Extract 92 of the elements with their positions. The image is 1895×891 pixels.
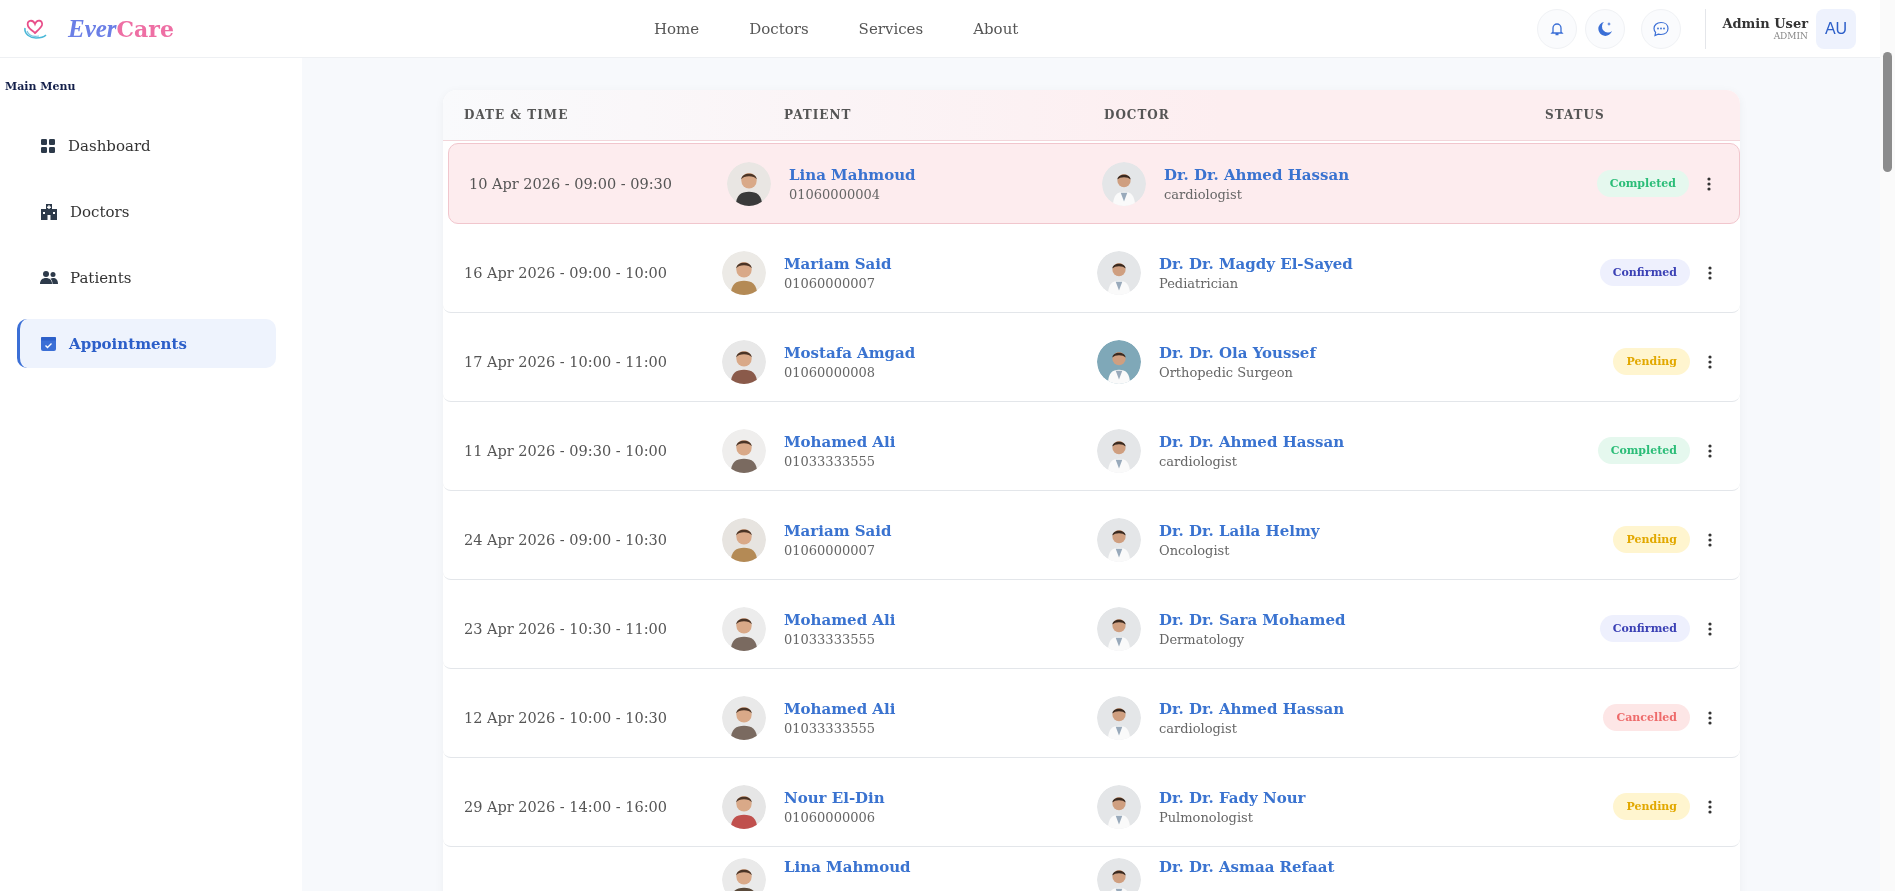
appointment-row[interactable]: 17 Apr 2026 - 10:00 - 11:00 Mostafa Amgad 01060000008 Dr. Dr. Ola Youssef Orthopedic Surgeon Pending — [443, 322, 1740, 402]
moon-icon — [1596, 19, 1615, 38]
nav-link[interactable]: Home — [650, 15, 704, 42]
doctor-specialty: cardiologist — [1159, 453, 1238, 469]
grid-icon — [40, 137, 56, 154]
sidebar-item[interactable]: Doctors — [17, 187, 276, 236]
sidebar-item[interactable]: Appointments — [17, 319, 276, 368]
patient-name[interactable]: Mohamed Ali — [784, 699, 896, 718]
appointment-row[interactable]: 24 Apr 2026 - 09:00 - 10:30 Mariam Said 01060000007 Dr. Dr. Laila Helmy Oncologist Pending — [443, 500, 1740, 580]
appointment-time: 10 Apr 2026 - 09:00 - 09:30 — [469, 175, 673, 192]
nav-link[interactable]: Doctors — [745, 15, 813, 42]
user-avatar[interactable]: AU — [1816, 8, 1856, 49]
doctor-name[interactable]: Dr. Dr. Ahmed Hassan — [1159, 432, 1345, 451]
appointment-row[interactable]: 29 Apr 2026 - 14:00 - 16:00 Nour El-Din 01060000006 Dr. Dr. Fady Nour Pulmonologist Pending — [443, 767, 1740, 847]
appointment-time: 24 Apr 2026 - 09:00 - 10:30 — [464, 531, 668, 548]
patient-name[interactable]: Mohamed Ali — [784, 610, 896, 629]
user-name: Admin User — [1722, 16, 1808, 31]
status-badge: Completed — [1597, 437, 1690, 464]
kebab-icon — [1708, 265, 1712, 280]
scrollbar[interactable] — [1883, 52, 1892, 172]
appointment-time: 16 Apr 2026 - 09:00 - 10:00 — [464, 264, 668, 281]
patient-phone: 01033333555 — [784, 453, 876, 469]
column-header: STATUS — [1545, 108, 1606, 122]
chat-icon — [1652, 19, 1671, 38]
patient-phone: 01060000008 — [784, 364, 876, 380]
appointment-time: 11 Apr 2026 - 09:30 - 10:00 — [464, 442, 668, 459]
patient-phone: 01060000007 — [784, 542, 876, 558]
doctor-specialty: Dermatology — [1159, 631, 1246, 647]
user-role: ADMIN — [1773, 31, 1808, 41]
patient-name[interactable]: Lina Mahmoud — [789, 165, 916, 184]
appointment-row[interactable]: 23 Apr 2026 - 10:30 - 11:00 Mohamed Ali 01033333555 Dr. Dr. Sara Mohamed Dermatology Confirmed — [443, 589, 1740, 669]
sidebar-item[interactable]: Patients — [17, 253, 276, 302]
doctor-specialty: cardiologist — [1159, 720, 1238, 736]
patient-name[interactable]: Nour El-Din — [784, 788, 885, 807]
patient-phone: 01060000006 — [784, 809, 876, 825]
hospital-icon — [40, 202, 58, 221]
nav-link[interactable]: About — [969, 15, 1023, 42]
column-header: DATE & TIME — [464, 108, 570, 122]
appointment-row[interactable]: 11 Apr 2026 - 09:30 - 10:00 Mohamed Ali 01033333555 Dr. Dr. Ahmed Hassan cardiologist Completed — [443, 411, 1740, 491]
menu-title: Main Menu — [4, 80, 77, 93]
appointment-time: 12 Apr 2026 - 10:00 - 10:30 — [464, 709, 668, 726]
column-header: DOCTOR — [1103, 108, 1171, 122]
status-badge: Confirmed — [1599, 615, 1690, 642]
brand-name[interactable]: EverCare — [68, 14, 174, 43]
patient-phone: 01033333555 — [784, 720, 876, 736]
doctor-name[interactable]: Dr. Dr. Laila Helmy — [1159, 521, 1320, 540]
patient-phone: 01060000007 — [784, 275, 876, 291]
status-badge: Confirmed — [1599, 259, 1690, 286]
doctor-name[interactable]: Dr. Dr. Fady Nour — [1159, 788, 1306, 807]
patient-phone: 01033333555 — [784, 631, 876, 647]
patient-name[interactable]: Lina Mahmoud — [784, 858, 911, 876]
doctor-name[interactable]: Dr. Dr. Ahmed Hassan — [1164, 165, 1350, 184]
kebab-icon — [1708, 710, 1712, 725]
status-badge: Pending — [1613, 793, 1690, 820]
kebab-icon — [1708, 443, 1712, 458]
appointment-time: 17 Apr 2026 - 10:00 - 11:00 — [464, 353, 668, 370]
doctor-specialty: Orthopedic Surgeon — [1159, 364, 1294, 380]
kebab-icon — [1708, 621, 1712, 636]
doctor-name[interactable]: Dr. Dr. Ahmed Hassan — [1159, 699, 1345, 718]
kebab-icon — [1708, 799, 1712, 814]
nav-link[interactable]: Services — [854, 15, 928, 42]
patient-name[interactable]: Mohamed Ali — [784, 432, 896, 451]
appointment-row[interactable]: 10 Apr 2026 - 09:00 - 09:30 Lina Mahmoud 01060000004 Dr. Dr. Ahmed Hassan cardiologist Completed — [448, 143, 1740, 224]
kebab-icon — [1707, 176, 1711, 191]
bell-icon — [1549, 20, 1566, 37]
appointment-time: 29 Apr 2026 - 14:00 - 16:00 — [464, 798, 668, 815]
patient-name[interactable]: Mariam Said — [784, 254, 892, 273]
appointment-row[interactable]: Lina Mahmoud Dr. Dr. Asmaa Refaat — [443, 856, 1740, 891]
doctor-name[interactable]: Dr. Dr. Asmaa Refaat — [1159, 858, 1335, 876]
doctor-name[interactable]: Dr. Dr. Ola Youssef — [1159, 343, 1316, 362]
users-icon — [40, 269, 58, 286]
appointment-time: 23 Apr 2026 - 10:30 - 11:00 — [464, 620, 668, 637]
status-badge: Completed — [1596, 170, 1689, 197]
patient-phone: 01060000004 — [789, 186, 881, 202]
doctor-specialty: Pediatrician — [1159, 275, 1240, 291]
status-badge: Pending — [1613, 526, 1690, 553]
calendar-icon — [40, 335, 57, 352]
doctor-name[interactable]: Dr. Dr. Magdy El-Sayed — [1159, 254, 1353, 273]
status-badge: Pending — [1613, 348, 1690, 375]
doctor-specialty: cardiologist — [1164, 186, 1243, 202]
doctor-specialty: Pulmonologist — [1159, 809, 1254, 825]
kebab-icon — [1708, 532, 1712, 547]
doctor-specialty: Oncologist — [1159, 542, 1231, 558]
status-badge: Cancelled — [1603, 704, 1690, 731]
kebab-icon — [1708, 354, 1712, 369]
appointment-row[interactable]: 12 Apr 2026 - 10:00 - 10:30 Mohamed Ali 01033333555 Dr. Dr. Ahmed Hassan cardiologist Cancelled — [443, 678, 1740, 758]
column-header: PATIENT — [783, 108, 853, 122]
patient-name[interactable]: Mariam Said — [784, 521, 892, 540]
sidebar-item[interactable]: Dashboard — [17, 121, 276, 170]
appointment-row[interactable]: 16 Apr 2026 - 09:00 - 10:00 Mariam Said 01060000007 Dr. Dr. Magdy El-Sayed Pediatrician Confirmed — [443, 233, 1740, 313]
patient-name[interactable]: Mostafa Amgad — [784, 343, 916, 362]
doctor-name[interactable]: Dr. Dr. Sara Mohamed — [1159, 610, 1346, 629]
